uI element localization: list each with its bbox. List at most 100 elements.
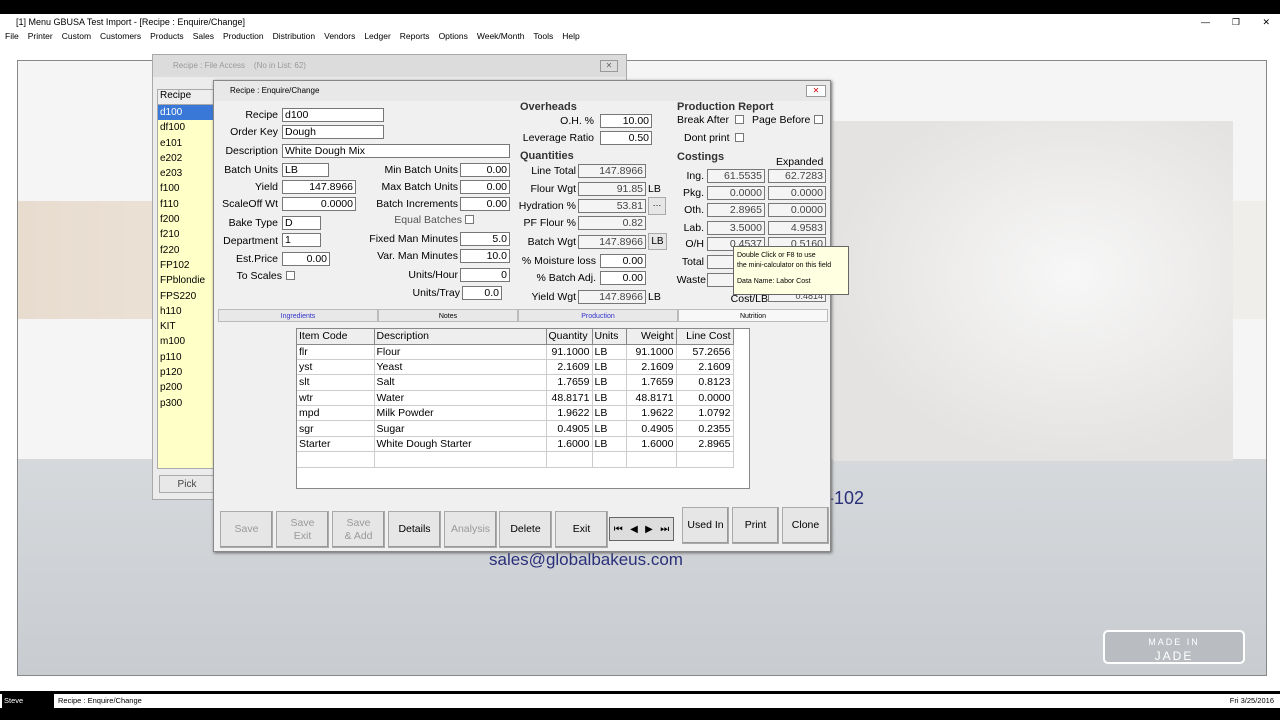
- ingredients-table[interactable]: Item Code Description Quantity Units Wei…: [296, 328, 750, 489]
- col-line-cost[interactable]: Line Cost: [676, 329, 734, 345]
- col-quantity[interactable]: Quantity: [546, 329, 593, 345]
- recipe-list-item[interactable]: f100: [158, 181, 214, 196]
- exit-button[interactable]: Exit: [555, 511, 608, 548]
- table-row[interactable]: slt Salt 1.7659 LB 1.7659 0.8123: [297, 374, 734, 391]
- scaleoff-wt-field[interactable]: 0.0000: [282, 197, 356, 211]
- tab-notes[interactable]: Notes: [378, 309, 518, 322]
- recipe-list-item[interactable]: d100: [158, 105, 214, 121]
- leverage-ratio-field[interactable]: 0.50: [600, 131, 652, 145]
- recipe-list-item[interactable]: df100: [158, 120, 214, 135]
- recipe-close-icon[interactable]: ✕: [806, 85, 826, 97]
- close-icon[interactable]: ✕: [1262, 14, 1270, 30]
- page-before-checkbox[interactable]: [814, 115, 823, 124]
- recipe-list-item[interactable]: e203: [158, 166, 214, 181]
- last-record-icon[interactable]: ⏭: [660, 524, 669, 535]
- table-row[interactable]: mpd Milk Powder 1.9622 LB 1.9622 1.0792: [297, 405, 734, 422]
- recipe-list-item[interactable]: m100: [158, 334, 214, 349]
- clone-button[interactable]: Clone: [782, 507, 829, 544]
- used-in-button[interactable]: Used In: [682, 507, 729, 544]
- batch-increments-field[interactable]: 0.00: [460, 197, 510, 211]
- menu-file[interactable]: File: [5, 31, 19, 41]
- bake-type-field[interactable]: D: [282, 216, 321, 230]
- pick-button[interactable]: Pick: [159, 475, 215, 493]
- details-button[interactable]: Details: [388, 511, 441, 548]
- yield-field[interactable]: 147.8966: [282, 180, 356, 194]
- recipe-list-item[interactable]: f110: [158, 197, 214, 212]
- tab-ingredients[interactable]: Ingredients: [218, 309, 378, 322]
- save-add-button[interactable]: Save & Add: [332, 511, 385, 548]
- units-tray-field[interactable]: 0.0: [462, 286, 502, 300]
- hydration-button[interactable]: …: [648, 197, 666, 215]
- recipe-list-item[interactable]: f220: [158, 243, 214, 258]
- min-batch-units-field[interactable]: 0.00: [460, 163, 510, 177]
- menu-custom[interactable]: Custom: [62, 31, 91, 41]
- max-batch-units-field[interactable]: 0.00: [460, 180, 510, 194]
- delete-button[interactable]: Delete: [499, 511, 552, 548]
- recipe-list-item[interactable]: f210: [158, 227, 214, 242]
- break-after-checkbox[interactable]: [735, 115, 744, 124]
- table-row[interactable]: yst Yeast 2.1609 LB 2.1609 2.1609: [297, 359, 734, 376]
- first-record-icon[interactable]: ⏮: [614, 524, 623, 535]
- menu-tools[interactable]: Tools: [533, 31, 553, 41]
- description-field[interactable]: White Dough Mix: [282, 144, 510, 158]
- recipe-list-item[interactable]: e202: [158, 151, 214, 166]
- to-scales-checkbox[interactable]: [286, 271, 295, 280]
- department-field[interactable]: 1: [282, 233, 321, 247]
- recipe-list-item[interactable]: KIT: [158, 319, 214, 334]
- menu-production[interactable]: Production: [223, 31, 264, 41]
- menu-ledger[interactable]: Ledger: [364, 31, 390, 41]
- recipe-list-item[interactable]: e101: [158, 136, 214, 151]
- fixed-man-minutes-field[interactable]: 5.0: [460, 232, 510, 246]
- menu-sales[interactable]: Sales: [193, 31, 214, 41]
- restore-icon[interactable]: ❐: [1232, 14, 1240, 30]
- est-price-field[interactable]: 0.00: [282, 252, 330, 266]
- menu-help[interactable]: Help: [562, 31, 579, 41]
- col-description[interactable]: Description: [374, 329, 547, 345]
- col-weight[interactable]: Weight: [626, 329, 677, 345]
- save-button[interactable]: Save: [220, 511, 273, 548]
- col-item-code[interactable]: Item Code: [297, 329, 375, 345]
- recipe-list[interactable]: Recipe d100 df100 e101 e202 e203 f100 f110 f200…: [157, 89, 215, 469]
- menu-vendors[interactable]: Vendors: [324, 31, 355, 41]
- minimize-icon[interactable]: —: [1201, 14, 1210, 30]
- recipe-list-item[interactable]: h110: [158, 304, 214, 319]
- print-button[interactable]: Print: [732, 507, 779, 544]
- table-row[interactable]: [297, 451, 734, 468]
- tab-production[interactable]: Production: [518, 309, 678, 322]
- file-access-close-icon[interactable]: ✕: [600, 60, 618, 72]
- table-row[interactable]: sgr Sugar 0.4905 LB 0.4905 0.2355: [297, 420, 734, 437]
- oh-percent-field[interactable]: 10.00: [600, 114, 652, 128]
- table-row[interactable]: wtr Water 48.8171 LB 48.8171 0.0000: [297, 390, 734, 407]
- table-row[interactable]: flr Flour 91.1000 LB 91.1000 57.2656: [297, 344, 734, 360]
- recipe-list-item[interactable]: FP102: [158, 258, 214, 273]
- recipe-list-item[interactable]: p300: [158, 396, 214, 411]
- tab-nutrition[interactable]: Nutrition: [678, 309, 828, 322]
- recipe-field[interactable]: d100: [282, 108, 384, 122]
- save-exit-button[interactable]: Save Exit: [276, 511, 329, 548]
- order-key-field[interactable]: Dough: [282, 125, 384, 139]
- menu-printer[interactable]: Printer: [28, 31, 53, 41]
- recipe-list-item[interactable]: f200: [158, 212, 214, 227]
- dont-print-checkbox[interactable]: [735, 133, 744, 142]
- next-record-icon[interactable]: ▶: [645, 524, 653, 535]
- menu-weekmonth[interactable]: Week/Month: [477, 31, 525, 41]
- recipe-list-item[interactable]: FPS220: [158, 289, 214, 304]
- analysis-button[interactable]: Analysis: [444, 511, 497, 548]
- menu-reports[interactable]: Reports: [400, 31, 430, 41]
- prev-record-icon[interactable]: ◀: [630, 524, 638, 535]
- moisture-loss-field[interactable]: 0.00: [600, 254, 646, 268]
- recipe-list-item[interactable]: p120: [158, 365, 214, 380]
- table-row[interactable]: Starter White Dough Starter 1.6000 LB 1.6000…: [297, 436, 734, 453]
- menu-products[interactable]: Products: [150, 31, 184, 41]
- batch-adj-field[interactable]: 0.00: [600, 271, 646, 285]
- menu-options[interactable]: Options: [439, 31, 468, 41]
- recipe-list-item[interactable]: FPblondie: [158, 273, 214, 288]
- equal-batches-checkbox[interactable]: [465, 215, 474, 224]
- batch-units-field[interactable]: LB: [282, 163, 329, 177]
- batch-wgt-unit-button[interactable]: LB: [648, 233, 667, 250]
- recipe-list-item[interactable]: p200: [158, 380, 214, 395]
- menu-distribution[interactable]: Distribution: [273, 31, 316, 41]
- lab-field[interactable]: 3.5000: [707, 221, 765, 235]
- recipe-list-item[interactable]: p110: [158, 350, 214, 365]
- col-units[interactable]: Units: [592, 329, 627, 345]
